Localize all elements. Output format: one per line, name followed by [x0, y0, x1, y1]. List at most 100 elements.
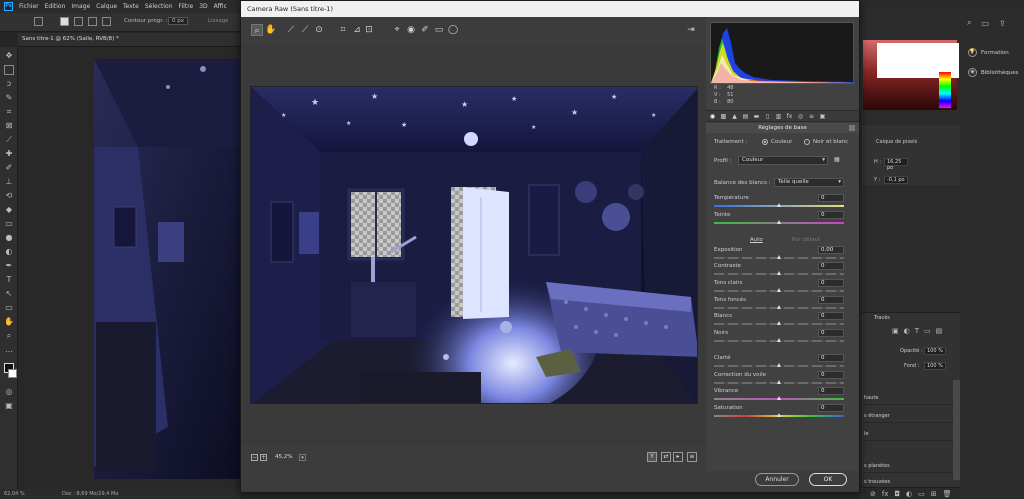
more-tools-icon[interactable]: … — [4, 345, 14, 355]
slider-track[interactable] — [714, 220, 844, 224]
slider-track[interactable] — [714, 271, 844, 275]
learn-tab[interactable]: 💡 Formation — [968, 48, 1009, 57]
path-select-tool-icon[interactable]: ↖ — [4, 289, 14, 299]
slider-value-input[interactable]: 0 — [818, 194, 844, 202]
snapshots-tab-icon[interactable]: ▣ — [818, 112, 827, 121]
filter-shape-icon[interactable]: ▭ — [924, 327, 931, 335]
hsl-tab-icon[interactable]: ▤ — [741, 112, 750, 121]
menu-3d[interactable]: 3D — [199, 3, 207, 10]
graduated-filter-icon[interactable]: ▭ — [433, 24, 445, 36]
layer-row[interactable]: s planètes — [862, 459, 960, 473]
menu-calque[interactable]: Calque — [96, 3, 117, 10]
frame-tool-icon[interactable]: ⊠ — [4, 121, 14, 131]
slider-value-input[interactable]: 0 — [818, 279, 844, 287]
quick-select-tool-icon[interactable]: ✎ — [4, 93, 14, 103]
slider-track[interactable] — [714, 338, 844, 342]
filter-type-icon[interactable]: T — [915, 327, 919, 335]
fill-input[interactable]: 100 % — [924, 362, 946, 370]
stamp-tool-icon[interactable]: ⊥ — [4, 177, 14, 187]
slider-thumb[interactable] — [776, 413, 781, 417]
hue-slider[interactable] — [939, 72, 951, 108]
auto-button[interactable]: Auto — [750, 237, 763, 243]
copy-settings-icon[interactable]: ▸ — [673, 452, 683, 462]
slider-thumb[interactable] — [776, 203, 781, 207]
presets-tab-icon[interactable]: ≡ — [807, 112, 816, 121]
slider-thumb[interactable] — [776, 255, 781, 259]
menu-texte[interactable]: Texte — [123, 3, 139, 10]
slider-track[interactable] — [714, 305, 844, 309]
hand-tool-icon[interactable]: ✋ — [4, 317, 14, 327]
dodge-tool-icon[interactable]: ◐ — [4, 247, 14, 257]
zoom-out-button[interactable]: − — [251, 454, 258, 461]
brush-tool-icon[interactable]: ✐ — [4, 163, 14, 173]
slider-value-input[interactable]: 0 — [818, 211, 844, 219]
menu-affichage[interactable]: Affic — [214, 3, 227, 10]
treatment-bw-label[interactable]: Noir et blanc — [813, 139, 848, 145]
slider-track[interactable] — [714, 413, 844, 417]
quick-mask-icon[interactable]: ◎ — [4, 387, 14, 397]
eraser-tool-icon[interactable]: ◆ — [4, 205, 14, 215]
filter-smart-icon[interactable]: ▤ — [936, 327, 943, 335]
type-tool-icon[interactable]: T — [4, 275, 14, 285]
slider-thumb[interactable] — [776, 220, 781, 224]
zoom-tool-icon[interactable]: ⌕ — [251, 24, 263, 36]
profile-select[interactable]: Couleur ▾ — [738, 156, 828, 165]
open-preferences-icon[interactable]: ⇥ — [685, 24, 697, 36]
white-balance-tool-icon[interactable]: ⟋ — [285, 24, 297, 36]
slider-value-input[interactable]: 0 — [818, 312, 844, 320]
calibration-tab-icon[interactable]: ◎ — [796, 112, 805, 121]
rectangle-tool-icon[interactable]: ▭ — [4, 303, 14, 313]
healing-tool-icon[interactable]: ✚ — [4, 149, 14, 159]
smooth-checkbox-label[interactable]: Lissage — [208, 18, 229, 24]
slider-thumb[interactable] — [776, 271, 781, 275]
paths-tab[interactable]: Tracés — [874, 315, 890, 321]
slider-value-input[interactable]: 0 — [818, 387, 844, 395]
zoom-in-button[interactable]: + — [260, 454, 267, 461]
basic-tab-icon[interactable]: ◉ — [708, 112, 717, 121]
transform-tool-icon[interactable]: ⊡ — [363, 24, 375, 36]
crop-tool-icon[interactable]: ⌗ — [4, 107, 14, 117]
layer-row[interactable]: s étranger — [862, 409, 960, 423]
slider-track[interactable] — [714, 380, 844, 384]
slider-value-input[interactable]: 0 — [818, 296, 844, 304]
search-icon[interactable]: ⌕ — [967, 18, 971, 28]
treatment-bw-radio[interactable] — [804, 139, 810, 145]
slider-track[interactable] — [714, 396, 844, 400]
slider-value-input[interactable]: 0 — [818, 329, 844, 337]
intersect-selection-icon[interactable] — [102, 17, 111, 26]
radial-filter-icon[interactable]: ◯ — [447, 24, 459, 36]
layer-row[interactable]: haute — [862, 391, 960, 405]
opacity-input[interactable]: 100 % — [924, 347, 946, 355]
slider-thumb[interactable] — [776, 396, 781, 400]
document-tab[interactable]: Sans titre-1 @ 62% (Salle, RVB/8) * — [22, 36, 119, 42]
document-canvas[interactable] — [18, 47, 240, 491]
group-icon[interactable]: ▭ — [918, 490, 925, 498]
color-sampler-tool-icon[interactable]: ⟋ — [299, 24, 311, 36]
share-icon[interactable]: ⇪ — [999, 19, 1006, 28]
adjustment-icon[interactable]: ◐ — [906, 490, 912, 498]
red-eye-tool-icon[interactable]: ◉ — [405, 24, 417, 36]
move-tool-icon[interactable]: ✥ — [4, 51, 14, 61]
preview-image[interactable]: ★ ★ ★ ★ ★ ★ ★ ★ ★ ★ ★ — [250, 86, 698, 404]
default-button[interactable]: Par défaut — [792, 237, 820, 243]
slider-thumb[interactable] — [776, 338, 781, 342]
targeted-adjust-tool-icon[interactable]: ⊙ — [313, 24, 325, 36]
lens-tab-icon[interactable]: ▯ — [763, 112, 772, 121]
effects-tab-icon[interactable]: fx — [785, 112, 794, 121]
toggle-settings-icon[interactable]: ≡ — [687, 452, 697, 462]
history-brush-tool-icon[interactable]: ⟲ — [4, 191, 14, 201]
layer-row[interactable]: le — [862, 427, 960, 441]
marquee-options-icon[interactable] — [34, 17, 43, 26]
treatment-color-label[interactable]: Couleur — [771, 139, 792, 145]
treatment-color-radio[interactable] — [762, 139, 768, 145]
new-layer-icon[interactable]: ⊞ — [931, 490, 937, 498]
trash-icon[interactable]: 🗑 — [943, 490, 952, 498]
marquee-tool-icon[interactable] — [4, 65, 14, 75]
background-color-swatch[interactable] — [8, 369, 17, 378]
h-input[interactable]: 16,25 po — [884, 158, 908, 171]
menu-fichier[interactable]: Fichier — [19, 3, 39, 10]
menu-edition[interactable]: Edition — [45, 3, 66, 10]
slider-track[interactable] — [714, 363, 844, 367]
slider-thumb[interactable] — [776, 305, 781, 309]
straighten-tool-icon[interactable]: ⊿ — [351, 24, 363, 36]
